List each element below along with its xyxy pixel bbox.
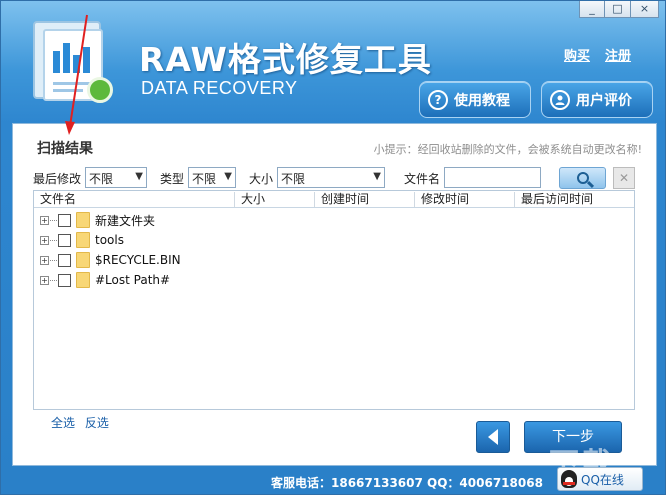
filename-input[interactable] xyxy=(444,167,541,188)
recycle-icon xyxy=(87,77,113,103)
row-checkbox[interactable] xyxy=(58,213,71,227)
row-filename: 新建文件夹 xyxy=(95,213,156,228)
app-logo xyxy=(33,21,117,105)
app-title: RAW格式修复工具 xyxy=(139,40,432,79)
scan-results-panel: 扫描结果 小提示：经回收站删除的文件，会被系统自动更改名称! 最后修改 不限 ▼… xyxy=(12,123,657,466)
row-checkbox[interactable] xyxy=(58,233,71,247)
maximize-button[interactable]: □ xyxy=(605,1,631,18)
tutorial-label: 使用教程 xyxy=(454,92,510,109)
row-filename: tools xyxy=(95,233,124,247)
chevron-down-icon: ▼ xyxy=(373,171,381,182)
type-filter-select[interactable]: 不限 ▼ xyxy=(188,167,236,188)
file-table: 文件名 大小 创建时间 修改时间 最后访问时间 + 新建文件夹 + tools … xyxy=(33,190,635,410)
table-header: 文件名 大小 创建时间 修改时间 最后访问时间 xyxy=(34,191,634,208)
review-label: 用户评价 xyxy=(576,92,632,109)
column-header-size[interactable]: 大小 xyxy=(234,192,314,207)
modified-filter-select[interactable]: 不限 ▼ xyxy=(85,167,147,188)
selection-links: 全选 反选 xyxy=(51,414,115,431)
invert-selection-link[interactable]: 反选 xyxy=(85,416,109,430)
search-button[interactable] xyxy=(559,167,606,189)
contact-info: 客服电话：18667133607 QQ：4006718068 xyxy=(271,476,543,490)
expand-icon[interactable]: + xyxy=(40,215,49,225)
register-link[interactable]: 注册 xyxy=(605,45,631,64)
modified-filter-label: 最后修改 xyxy=(33,172,82,186)
size-filter-select[interactable]: 不限 ▼ xyxy=(277,167,385,188)
table-row[interactable]: + #Lost Path# xyxy=(40,270,170,290)
user-review-icon xyxy=(550,89,570,110)
expand-icon[interactable]: + xyxy=(40,235,49,245)
size-filter-label: 大小 xyxy=(249,172,274,186)
folder-icon xyxy=(76,272,90,288)
row-filename: $RECYCLE.BIN xyxy=(95,253,181,267)
column-header-filename[interactable]: 文件名 xyxy=(34,192,234,207)
qq-penguin-icon xyxy=(561,470,577,488)
table-row[interactable]: + 新建文件夹 xyxy=(40,210,155,230)
clear-filter-button[interactable]: ✕ xyxy=(613,167,635,189)
row-checkbox[interactable] xyxy=(58,253,71,267)
row-checkbox[interactable] xyxy=(58,273,71,287)
search-icon xyxy=(576,172,589,184)
expand-icon[interactable]: + xyxy=(40,255,49,265)
buy-link[interactable]: 购买 xyxy=(564,45,590,64)
row-filename: #Lost Path# xyxy=(95,273,171,287)
qq-online-label: QQ在线 xyxy=(581,472,624,487)
type-filter-label: 类型 xyxy=(160,172,185,186)
arrow-left-icon xyxy=(488,429,498,445)
review-button[interactable]: 用户评价 xyxy=(541,81,653,118)
qq-online-button[interactable]: QQ在线 xyxy=(557,467,643,491)
app-subtitle: DATA RECOVERY xyxy=(141,78,298,98)
expand-icon[interactable]: + xyxy=(40,275,49,285)
tutorial-button[interactable]: ? 使用教程 xyxy=(419,81,531,118)
window-controls: _ □ × xyxy=(579,1,659,18)
column-header-created[interactable]: 创建时间 xyxy=(314,192,414,207)
folder-icon xyxy=(76,232,90,248)
table-row[interactable]: + tools xyxy=(40,230,124,250)
back-button[interactable] xyxy=(476,421,510,453)
column-header-last-accessed[interactable]: 最后访问时间 xyxy=(514,192,634,207)
column-header-modified[interactable]: 修改时间 xyxy=(414,192,514,207)
filter-bar: 最后修改 不限 ▼ 类型 不限 ▼ 大小 不限 ▼ 文件名 ✕ xyxy=(33,167,645,189)
close-button[interactable]: × xyxy=(631,1,659,18)
table-row[interactable]: + $RECYCLE.BIN xyxy=(40,250,181,270)
chevron-down-icon: ▼ xyxy=(224,171,232,182)
filename-filter-label: 文件名 xyxy=(404,172,441,186)
select-all-link[interactable]: 全选 xyxy=(51,416,75,430)
hint-text: 小提示：经回收站删除的文件，会被系统自动更改名称! xyxy=(373,143,642,156)
chevron-down-icon: ▼ xyxy=(135,171,143,182)
type-filter-value: 不限 xyxy=(192,172,217,186)
modified-filter-value: 不限 xyxy=(89,172,114,186)
size-filter-value: 不限 xyxy=(281,172,306,186)
folder-icon xyxy=(76,252,90,268)
help-icon: ? xyxy=(428,89,448,110)
folder-icon xyxy=(76,212,90,228)
app-window: _ □ × RAW格式修复工具 DATA RECOVERY 购买 注册 ? 使用… xyxy=(0,0,666,495)
minimize-button[interactable]: _ xyxy=(579,1,605,18)
scan-results-title: 扫描结果 xyxy=(37,141,93,157)
